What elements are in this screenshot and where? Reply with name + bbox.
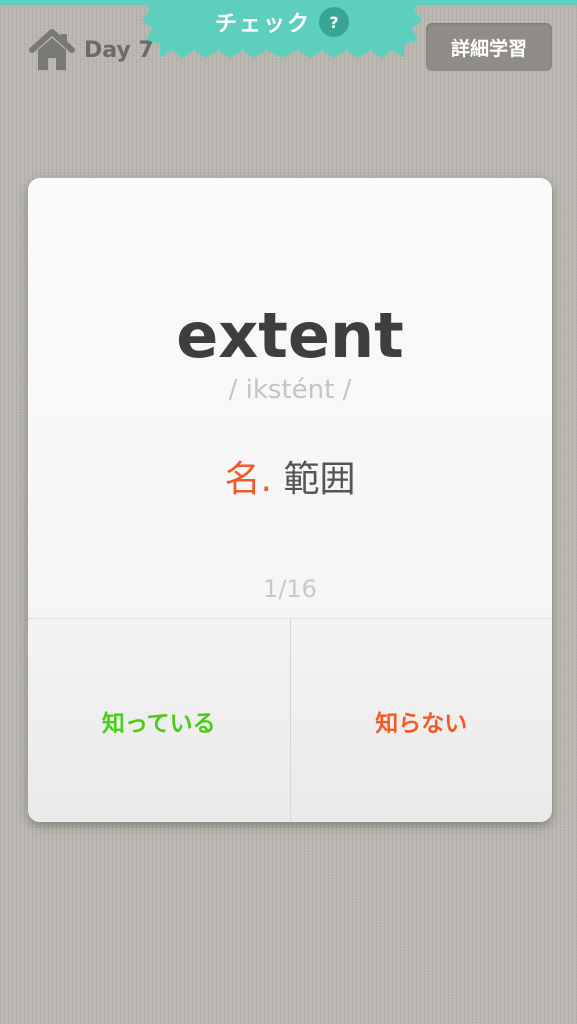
vocab-word: extent xyxy=(176,299,404,372)
meaning-line: 名. 範囲 xyxy=(28,450,552,502)
detail-study-button[interactable]: 詳細学習 xyxy=(426,23,552,71)
pronunciation: / ikstént / xyxy=(228,375,352,405)
home-button[interactable]: Day 7 xyxy=(28,26,154,74)
question-icon[interactable]: ? xyxy=(319,7,349,37)
part-of-speech: 名. xyxy=(224,459,272,500)
unknown-button[interactable]: 知らない xyxy=(290,619,552,822)
known-button[interactable]: 知っている xyxy=(28,619,291,822)
answer-buttons: 知っている 知らない xyxy=(28,618,552,822)
mode-title: チェック xyxy=(214,12,311,37)
mode-badge: チェック ? xyxy=(142,0,422,58)
card-counter: 1/16 xyxy=(263,575,317,603)
flashcard: extent / ikstént / 名. 範囲 1/16 知っている 知らない xyxy=(28,178,552,822)
meaning-text: 範囲 xyxy=(283,459,356,500)
home-icon xyxy=(28,28,76,72)
